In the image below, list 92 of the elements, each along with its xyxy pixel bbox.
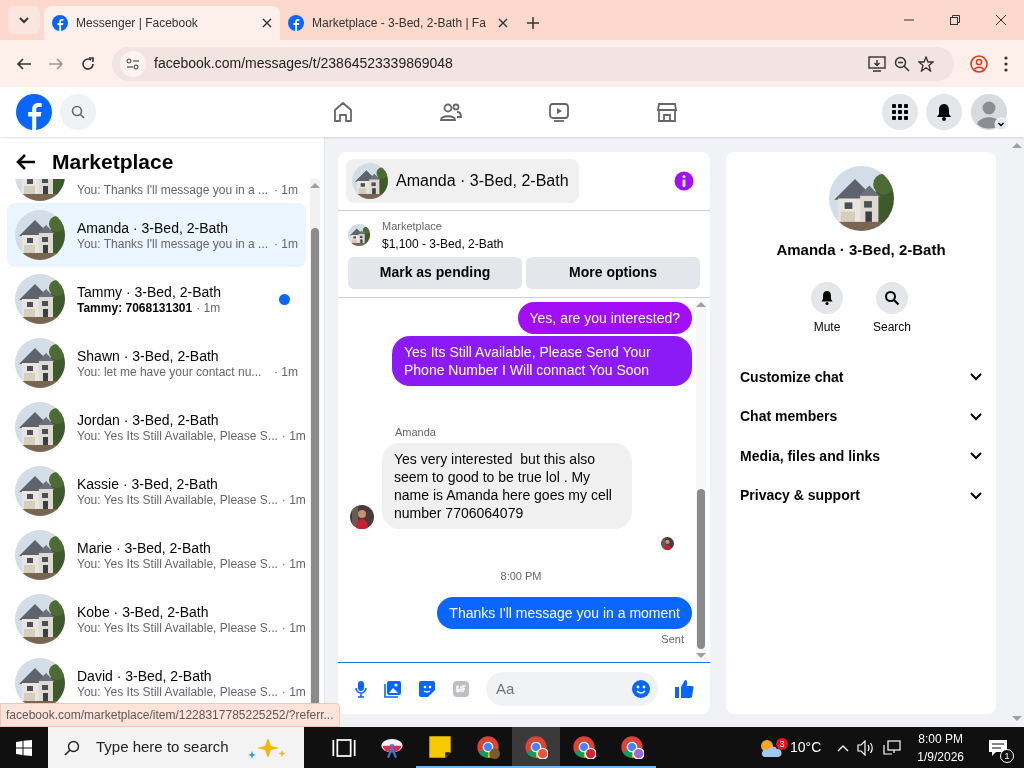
chevron-up-icon[interactable] (837, 743, 850, 752)
contact-name: Amanda · 3-Bed, 2-Bath (776, 241, 946, 258)
close-icon[interactable] (996, 15, 1006, 25)
scrollbar[interactable] (696, 297, 706, 662)
listing-price: $1,100 - 3-Bed, 2-Bath (382, 235, 504, 253)
message-bubble: Yes very interested but this also seem to good to be true lol . My name is Amanda here goes my cell number 7706064079 (382, 443, 632, 529)
tab-list-icon[interactable] (18, 14, 30, 26)
site-settings-icon[interactable] (126, 56, 140, 71)
message-bubble: Thanks I'll message you in a moment (437, 596, 692, 629)
back-icon[interactable] (16, 55, 32, 72)
section-header[interactable]: Media, files and links (726, 436, 996, 476)
conversation-item[interactable]: Jordan · 3-Bed, 2-Bath You: Yes Its Still Available, Please S... · 1m (7, 395, 306, 459)
section-header[interactable]: Chat members (726, 397, 996, 437)
sidebar-title: Marketplace (52, 149, 174, 176)
network-icon[interactable] (883, 739, 902, 756)
notifications-button[interactable] (926, 94, 962, 130)
message-bubble: Yes, are you interested? (517, 301, 692, 334)
message-status: Sent (661, 631, 684, 647)
restore-icon[interactable] (950, 15, 960, 25)
unread-dot (279, 293, 290, 305)
browser-icon[interactable] (572, 734, 596, 759)
address-bar[interactable]: facebook.com/messages/t/23864523339869048 (112, 46, 954, 81)
grid-icon (891, 103, 909, 121)
emoji-icon[interactable] (632, 679, 650, 698)
home-icon[interactable] (332, 101, 354, 123)
zoom-out-icon[interactable] (894, 55, 910, 72)
info-icon[interactable] (674, 171, 694, 191)
search-icon (71, 105, 85, 119)
weather-icon[interactable] (758, 737, 782, 760)
close-icon[interactable] (262, 18, 272, 28)
facebook-icon (52, 15, 68, 31)
bell-icon (819, 289, 835, 306)
conversation-item[interactable]: You: Thanks I'll message you in a ... · 1m (7, 179, 306, 201)
speaker-icon[interactable] (857, 739, 876, 756)
facebook-logo[interactable] (16, 94, 52, 130)
star-icon[interactable] (918, 55, 934, 72)
menu-icon[interactable] (1004, 55, 1008, 72)
reload-icon[interactable] (80, 55, 96, 72)
message-input[interactable]: Aa (486, 671, 658, 706)
search-button[interactable] (60, 94, 96, 130)
conversation-item[interactable]: Kobe · 3-Bed, 2-Bath You: Yes Its Still Available, Please S... · 1m (7, 587, 306, 651)
chevron-down-icon (970, 452, 982, 461)
microphone-icon[interactable] (354, 679, 368, 698)
thumbs-up-icon[interactable] (674, 678, 694, 699)
chevron-down-icon (970, 373, 982, 382)
profile-icon[interactable] (970, 54, 988, 73)
back-arrow-icon[interactable] (16, 153, 36, 171)
temperature[interactable]: 10°C (790, 737, 822, 758)
browser-icon[interactable] (620, 734, 644, 759)
browser-tab[interactable]: Marketplace - 3-Bed, 2-Bath | Fa (280, 6, 516, 40)
browser-icon[interactable] (476, 734, 500, 759)
account-avatar-icon[interactable] (970, 93, 1008, 131)
sender-name: Amanda (395, 424, 437, 440)
conversation-item[interactable]: Tammy · 3-Bed, 2-Bath Tammy: 7068131301 · 1m (7, 267, 306, 331)
forward-icon[interactable] (48, 55, 64, 72)
marketplace-icon[interactable] (656, 101, 678, 123)
browser-icon[interactable] (524, 734, 548, 759)
conversation-item[interactable]: Kassie · 3-Bed, 2-Bath You: Yes Its Still Available, Please S... · 1m (7, 459, 306, 523)
action-button[interactable]: Mark as pending (348, 256, 522, 289)
close-icon[interactable] (498, 18, 508, 28)
browser-tab[interactable]: Messenger | Facebook (44, 6, 280, 40)
section-header[interactable]: Privacy & support (726, 476, 996, 516)
image-icon[interactable] (384, 679, 402, 698)
sticky-note-icon[interactable] (428, 734, 452, 759)
clock[interactable]: 8:00 PM 1/9/2026 (917, 729, 964, 766)
friends-icon[interactable] (440, 101, 462, 123)
search-icon (884, 289, 900, 306)
conversation-item[interactable]: Shawn · 3-Bed, 2-Bath You: let me have your contact nu... · 1m (7, 331, 306, 395)
facebook-icon (288, 15, 304, 31)
bell-icon (935, 103, 953, 121)
new-tab-icon[interactable] (527, 17, 539, 29)
action-button[interactable]: More options (526, 256, 700, 289)
install-icon[interactable] (868, 55, 886, 72)
link-tooltip: facebook.com/marketplace/item/1228317785225252/?referr... (0, 703, 340, 727)
chevron-down-icon (970, 412, 982, 421)
message-bubble: Yes Its Still Available, Please Send Your Phone Number I Will connact You Soon (392, 335, 692, 386)
search-icon (64, 739, 80, 756)
windows-icon[interactable] (16, 739, 32, 756)
notification-center-icon[interactable] (988, 738, 1008, 759)
notification-count: 1 (1000, 748, 1014, 763)
conversation-item[interactable]: Marie · 3-Bed, 2-Bath You: Yes Its Still Available, Please S... · 1m (7, 523, 306, 587)
menu-button[interactable] (882, 94, 918, 130)
search-field[interactable]: Type here to search (48, 727, 304, 768)
timestamp: 8:00 PM (500, 569, 542, 584)
sticker-icon[interactable] (418, 679, 436, 698)
conversation-title[interactable]: Amanda · 3-Bed, 2-Bath (346, 159, 579, 203)
video-icon[interactable] (548, 101, 570, 123)
notification-badge: 3 (776, 737, 788, 750)
conversation-item[interactable]: Amanda · 3-Bed, 2-Bath You: Thanks I'll message you in a ... · 1m (7, 203, 306, 267)
section-header[interactable]: Customize chat (726, 357, 996, 397)
chevron-down-icon (970, 491, 982, 500)
listing-source: Marketplace (382, 219, 443, 234)
